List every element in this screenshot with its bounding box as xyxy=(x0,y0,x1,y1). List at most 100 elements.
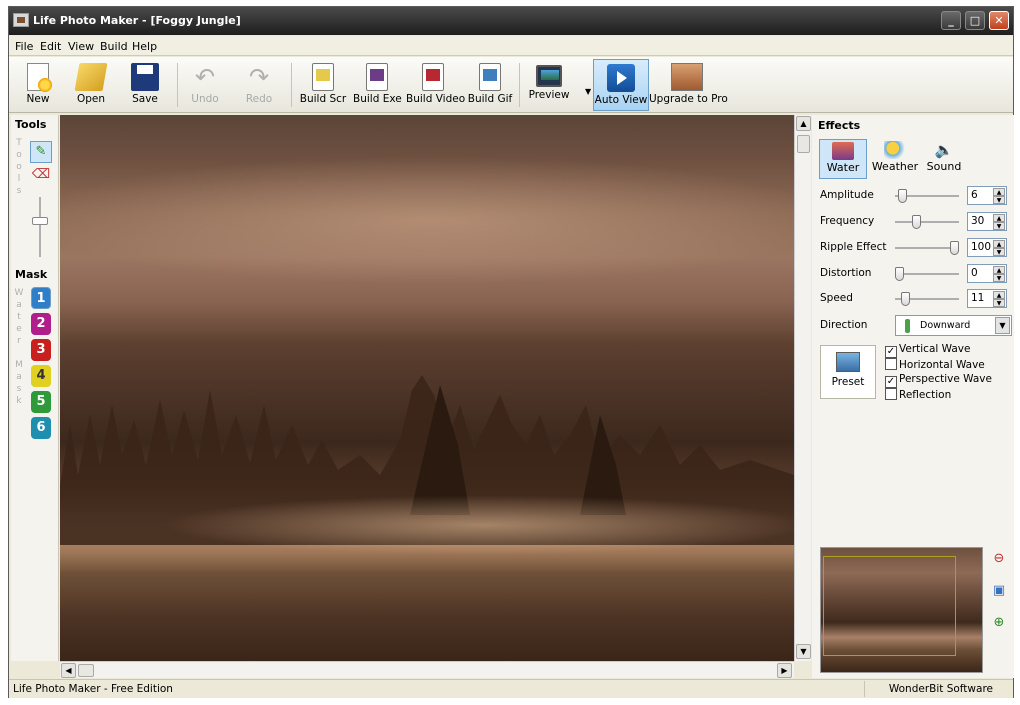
distortion-slider[interactable] xyxy=(895,267,959,281)
ripple-effect-slider-thumb[interactable] xyxy=(950,241,959,255)
title-bar[interactable]: Life Photo Maker - [Foggy Jungle] _ □ ✕ xyxy=(9,7,1013,35)
reflection-checkbox[interactable] xyxy=(885,388,897,400)
mask-6-button[interactable]: 6 xyxy=(31,417,51,439)
tab-water[interactable]: Water xyxy=(819,139,867,179)
menu-build[interactable]: Build xyxy=(100,40,128,53)
distortion-slider-thumb[interactable] xyxy=(895,267,904,281)
zoom-in-icon[interactable]: ⊕ xyxy=(989,613,1009,633)
tools-side-tab[interactable]: Tools xyxy=(14,137,24,197)
weather-icon xyxy=(884,141,906,159)
auto-view-label: Auto View xyxy=(594,94,648,106)
build-scr-button[interactable]: Build Scr xyxy=(299,59,347,111)
menu-edit[interactable]: Edit xyxy=(40,40,61,53)
ripple-effect-up-button[interactable]: ▲ xyxy=(993,240,1005,248)
horizontal-wave-checkbox[interactable] xyxy=(885,358,897,370)
vertical-wave-option[interactable]: ✓ Vertical Wave xyxy=(885,343,971,358)
brush-size-slider-thumb[interactable] xyxy=(32,217,48,225)
frequency-slider[interactable] xyxy=(895,215,959,229)
toolbar-separator xyxy=(519,63,520,107)
zoom-out-icon[interactable]: ⊖ xyxy=(989,549,1009,569)
redo-button[interactable]: ↷ Redo xyxy=(239,59,279,111)
tools-title: Tools xyxy=(15,118,47,131)
mask-side-tab[interactable]: WaterMask xyxy=(14,287,24,407)
tab-sound[interactable]: 🔈 Sound xyxy=(922,139,966,179)
vertical-wave-checkbox[interactable]: ✓ xyxy=(885,346,897,358)
mask-1-button[interactable]: 1 xyxy=(31,287,51,309)
minimize-button[interactable]: _ xyxy=(941,11,961,30)
preview-dropdown-arrow[interactable]: ▼ xyxy=(585,87,591,96)
chevron-down-icon[interactable]: ▼ xyxy=(995,317,1010,334)
vertical-scroll-thumb[interactable] xyxy=(797,135,810,153)
preview-button[interactable]: Preview xyxy=(526,59,572,111)
speed-slider[interactable] xyxy=(895,292,959,306)
direction-select[interactable]: Downward ▼ xyxy=(895,315,1012,336)
ripple-effect-down-button[interactable]: ▼ xyxy=(993,248,1005,256)
auto-view-button[interactable]: Auto View xyxy=(593,59,649,111)
ripple-effect-spinbox[interactable]: 100 ▲ ▼ xyxy=(967,238,1007,257)
vertical-scrollbar[interactable]: ▲ ▼ xyxy=(794,115,811,661)
open-button[interactable]: Open xyxy=(69,59,113,111)
image-canvas[interactable] xyxy=(60,115,794,661)
scroll-up-button[interactable]: ▲ xyxy=(796,116,811,131)
speed-down-button[interactable]: ▼ xyxy=(993,299,1005,307)
mask-4-button[interactable]: 4 xyxy=(31,365,51,387)
menu-file[interactable]: File xyxy=(15,40,33,53)
preset-button[interactable]: Preset xyxy=(820,345,876,399)
distortion-up-button[interactable]: ▲ xyxy=(993,266,1005,274)
status-company: WonderBit Software xyxy=(888,683,993,695)
horizontal-scrollbar[interactable]: ◀ ▶ xyxy=(60,661,794,678)
frequency-spinbox[interactable]: 30 ▲ ▼ xyxy=(967,212,1007,231)
tab-weather[interactable]: Weather xyxy=(870,139,920,179)
distortion-spinbox[interactable]: 0 ▲ ▼ xyxy=(967,264,1007,283)
perspective-wave-option[interactable]: ✓ Perspective Wave xyxy=(885,373,992,388)
frequency-up-button[interactable]: ▲ xyxy=(993,214,1005,222)
navigator-thumbnail[interactable] xyxy=(820,547,983,673)
speed-up-button[interactable]: ▲ xyxy=(993,291,1005,299)
scroll-right-button[interactable]: ▶ xyxy=(777,663,792,678)
eraser-tool-button[interactable]: ⌫ xyxy=(30,165,52,187)
amplitude-spinbox[interactable]: 6 ▲ ▼ xyxy=(967,186,1007,205)
reflection-option[interactable]: Reflection xyxy=(885,388,951,402)
pencil-tool-button[interactable]: ✎ xyxy=(30,141,52,163)
save-button[interactable]: Save xyxy=(125,59,165,111)
horizontal-wave-option[interactable]: Horizontal Wave xyxy=(885,358,985,372)
distortion-down-button[interactable]: ▼ xyxy=(993,274,1005,282)
new-button[interactable]: New xyxy=(17,59,59,111)
ripple-effect-slider[interactable] xyxy=(895,241,959,255)
upgrade-button[interactable]: Upgrade to Pro xyxy=(649,59,728,111)
toolbar: New Open Save ↶ Undo ↷ Redo Build Scr Bu… xyxy=(9,57,1013,113)
undo-button[interactable]: ↶ Undo xyxy=(185,59,225,111)
maximize-button[interactable]: □ xyxy=(965,11,985,30)
build-gif-button[interactable]: Build Gif xyxy=(467,59,513,111)
menu-view[interactable]: View xyxy=(68,40,94,53)
mask-3-button[interactable]: 3 xyxy=(31,339,51,361)
amplitude-slider-thumb[interactable] xyxy=(897,189,907,203)
speed-spinbox[interactable]: 11 ▲ ▼ xyxy=(967,289,1007,308)
amplitude-up-button[interactable]: ▲ xyxy=(993,188,1005,196)
fit-to-window-icon[interactable]: ▣ xyxy=(989,581,1009,601)
fog-layer xyxy=(60,155,794,285)
navigator-viewport-frame[interactable] xyxy=(823,556,956,656)
mask-2-button[interactable]: 2 xyxy=(31,313,51,335)
direction-row: Direction Downward ▼ xyxy=(820,315,1012,337)
horizontal-scroll-thumb[interactable] xyxy=(78,664,94,677)
amplitude-down-button[interactable]: ▼ xyxy=(993,196,1005,204)
perspective-wave-checkbox[interactable]: ✓ xyxy=(885,376,897,388)
build-video-button[interactable]: Build Video xyxy=(406,59,465,111)
redo-arrow-icon: ↷ xyxy=(248,63,270,91)
build-exe-button[interactable]: Build Exe xyxy=(353,59,402,111)
scroll-down-button[interactable]: ▼ xyxy=(796,644,811,659)
frequency-down-button[interactable]: ▼ xyxy=(993,222,1005,230)
close-button[interactable]: ✕ xyxy=(989,11,1009,30)
amplitude-slider[interactable] xyxy=(895,189,959,203)
vertical-wave-label: Vertical Wave xyxy=(899,343,971,355)
speed-slider-thumb[interactable] xyxy=(900,292,910,306)
amplitude-row: Amplitude 6 ▲ ▼ xyxy=(820,185,1010,207)
menu-bar: File Edit View Build Help xyxy=(9,36,1013,56)
frequency-slider-thumb[interactable] xyxy=(911,215,921,229)
scroll-left-button[interactable]: ◀ xyxy=(61,663,76,678)
brush-size-slider[interactable] xyxy=(32,197,48,257)
mask-5-button[interactable]: 5 xyxy=(31,391,51,413)
new-label: New xyxy=(26,93,50,105)
menu-help[interactable]: Help xyxy=(132,40,157,53)
